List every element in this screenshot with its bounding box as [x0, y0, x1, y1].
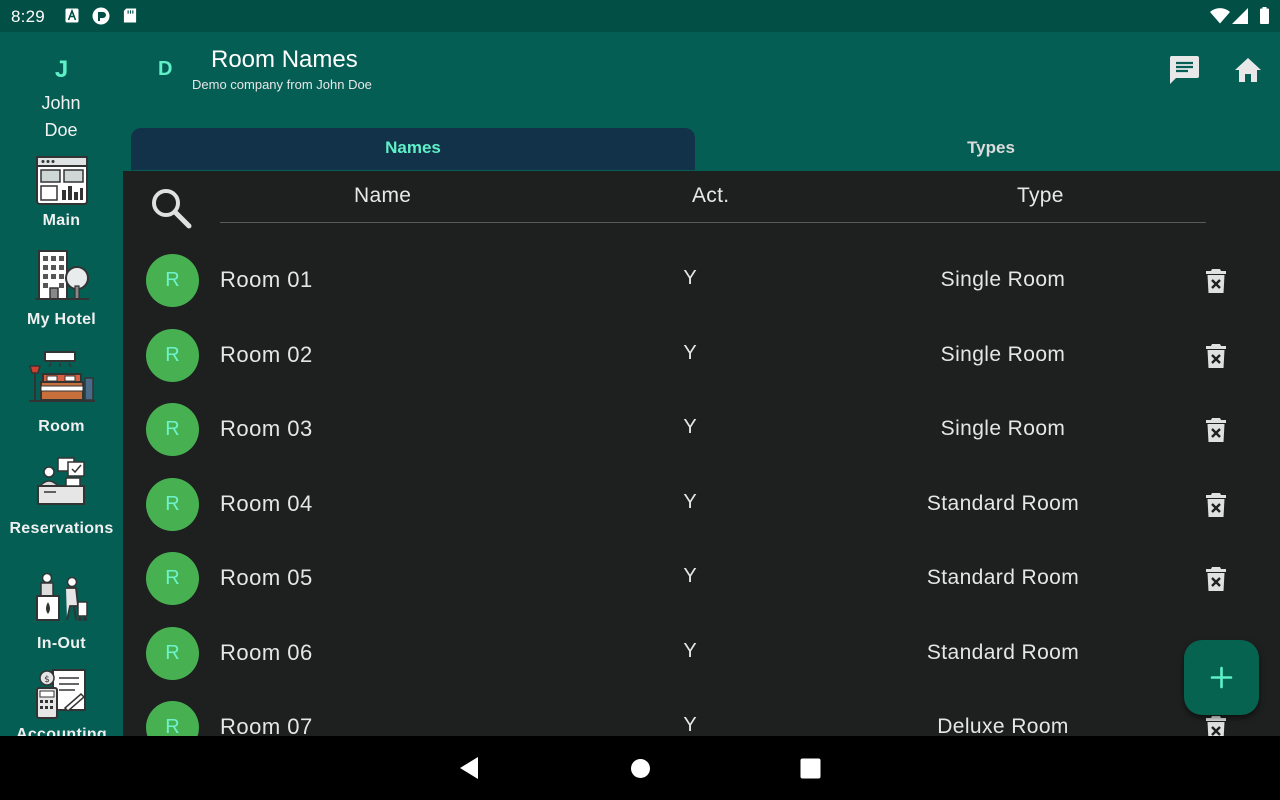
wifi-icon — [1210, 8, 1230, 24]
search-icon[interactable] — [149, 186, 193, 230]
room-name: Room 06 — [220, 640, 313, 665]
app-header: D Room Names Demo company from John Doe … — [123, 32, 1280, 171]
rail-item-room[interactable]: Room — [0, 350, 123, 436]
table-row[interactable]: R Room 03 Y Single Room — [123, 393, 1280, 467]
rail-item-label: Room — [38, 418, 85, 435]
room-type: Standard Room — [926, 492, 1080, 515]
room-names-list: Name Act. Type R Room 01 Y Single Room R… — [123, 171, 1280, 736]
page-subtitle: Demo company from John Doe — [192, 77, 372, 92]
rail-item-accounting[interactable]: $ Accounting — [0, 668, 123, 736]
home-icon[interactable] — [1232, 54, 1264, 86]
rail-item-label: Reservations — [9, 520, 114, 537]
cellular-signal-icon — [1232, 8, 1248, 24]
app-notification-icon — [92, 7, 110, 25]
room-type: Single Room — [940, 268, 1066, 291]
rail-item-reservations[interactable]: Reservations — [0, 456, 123, 538]
navigation-rail: J John Doe Main My Hotel Room Reservatio… — [0, 32, 123, 736]
delete-icon[interactable] — [1201, 341, 1231, 371]
room-type: Standard Room — [926, 566, 1080, 589]
room-type: Single Room — [940, 417, 1066, 440]
room-type: Standard Room — [926, 641, 1080, 664]
rail-item-label: My Hotel — [26, 311, 97, 328]
avatar: R — [146, 627, 199, 680]
chat-icon[interactable] — [1168, 54, 1200, 86]
sd-card-icon — [123, 8, 137, 23]
plus-icon — [1210, 666, 1233, 689]
room-active: Y — [683, 491, 697, 513]
delete-icon[interactable] — [1201, 713, 1231, 736]
avatar: R — [146, 329, 199, 382]
rail-item-label: Accounting — [16, 726, 107, 736]
avatar: R — [146, 478, 199, 531]
table-row[interactable]: R Room 04 Y Standard Room — [123, 468, 1280, 542]
room-active: Y — [683, 714, 697, 736]
status-bar: 8:29 — [0, 0, 1280, 32]
room-type: Single Room — [940, 343, 1066, 366]
room-active: Y — [683, 640, 697, 662]
rail-item-label: In-Out — [37, 635, 86, 652]
user-name: John Doe — [41, 93, 81, 140]
page-title: Room Names — [211, 46, 358, 73]
hotel-room-icon — [28, 351, 95, 402]
header-divider — [220, 222, 1206, 223]
battery-icon — [1260, 7, 1269, 24]
home-circle-icon[interactable] — [630, 758, 651, 779]
room-name: Room 02 — [220, 342, 313, 367]
avatar: R — [146, 403, 199, 456]
room-active: Y — [683, 267, 697, 289]
column-header-type[interactable]: Type — [1017, 184, 1064, 208]
delete-icon[interactable] — [1201, 415, 1231, 445]
reception-desk-icon — [36, 457, 85, 505]
table-row[interactable]: R Room 06 Y Standard Room — [123, 617, 1280, 691]
delete-icon[interactable] — [1201, 266, 1231, 296]
dashboard-icon — [35, 156, 88, 205]
recents-icon[interactable] — [800, 758, 821, 779]
delete-icon[interactable] — [1201, 490, 1231, 520]
system-navigation-bar — [0, 736, 1280, 800]
column-header-name[interactable]: Name — [354, 184, 411, 208]
room-name: Room 05 — [220, 565, 313, 590]
avatar: R — [146, 552, 199, 605]
room-name: Room 01 — [220, 267, 313, 292]
tab-types[interactable]: Types — [695, 128, 1280, 170]
room-active: Y — [683, 342, 697, 364]
rail-item-my-hotel[interactable]: My Hotel — [0, 248, 123, 329]
table-row[interactable]: R Room 05 Y Standard Room — [123, 542, 1280, 616]
room-active: Y — [683, 416, 697, 438]
add-room-button[interactable] — [1184, 640, 1259, 715]
room-active: Y — [683, 565, 697, 587]
rail-item-label: Main — [42, 212, 81, 229]
room-name: Room 07 — [220, 714, 313, 736]
user-initial[interactable]: J — [0, 56, 123, 84]
avatar: R — [146, 254, 199, 307]
table-row[interactable]: R Room 07 Y Deluxe Room — [123, 691, 1280, 736]
back-icon[interactable] — [458, 756, 480, 780]
accounting-icon: $ — [35, 669, 86, 719]
svg-text:$: $ — [44, 675, 50, 685]
check-in-out-icon — [35, 572, 88, 621]
text-a-notification-icon — [65, 8, 79, 23]
table-row[interactable]: R Room 02 Y Single Room — [123, 319, 1280, 393]
status-time: 8:29 — [11, 7, 45, 26]
company-initial[interactable]: D — [158, 58, 172, 81]
room-type: Deluxe Room — [937, 715, 1069, 736]
rail-item-in-out[interactable]: In-Out — [0, 572, 123, 653]
delete-icon[interactable] — [1201, 564, 1231, 594]
column-header-active[interactable]: Act. — [692, 184, 729, 208]
hotel-building-icon — [34, 250, 89, 300]
room-name: Room 04 — [220, 491, 313, 516]
table-row[interactable]: R Room 01 Y Single Room — [123, 244, 1280, 318]
room-name: Room 03 — [220, 416, 313, 441]
tab-names[interactable]: Names — [131, 128, 695, 170]
rail-item-main[interactable]: Main — [0, 156, 123, 230]
avatar: R — [146, 701, 199, 736]
